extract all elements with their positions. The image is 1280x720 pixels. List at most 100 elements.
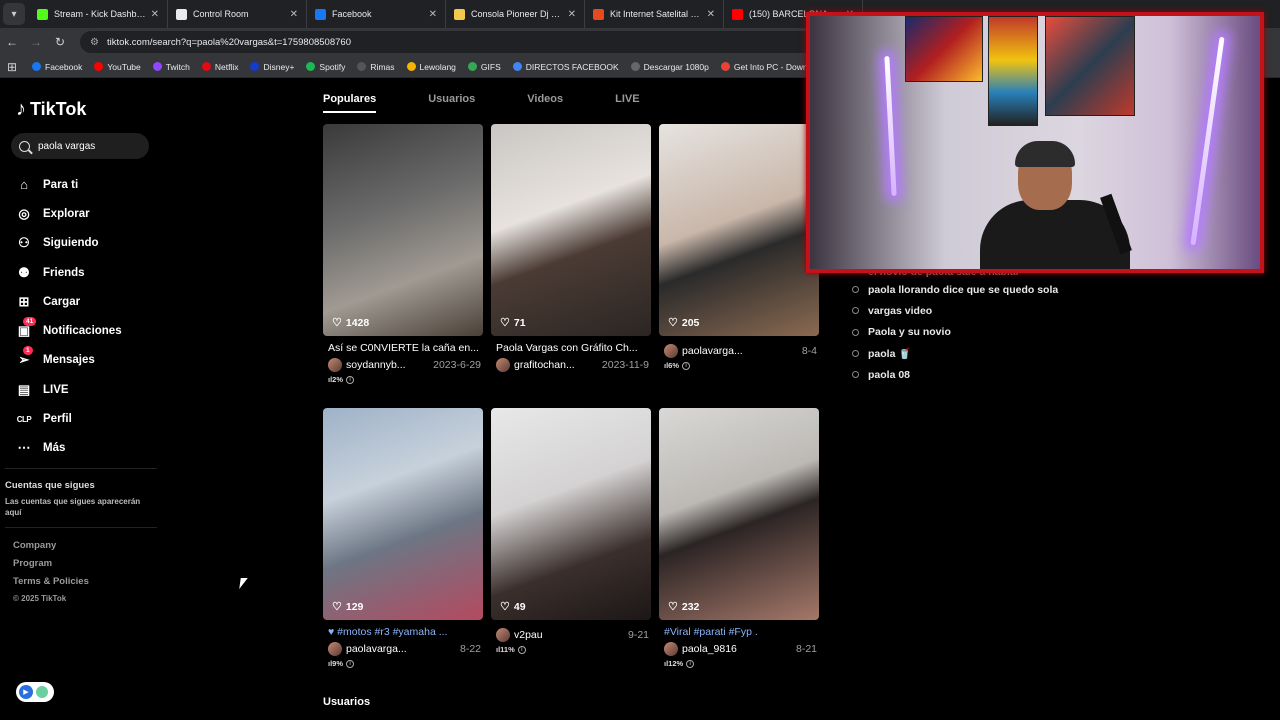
info-icon[interactable]: i xyxy=(682,361,691,370)
video-thumbnail[interactable]: ♡ 232 xyxy=(659,408,819,620)
author-link[interactable]: soydannyb... xyxy=(328,358,406,372)
footer-link-terms[interactable]: Terms & Policies xyxy=(13,576,89,594)
bookmark-item[interactable]: Spotify xyxy=(306,62,345,72)
bookmark-item[interactable]: YouTube xyxy=(94,62,141,72)
video-caption[interactable]: Así se C0NVIERTE la caña en... xyxy=(323,342,483,354)
info-icon[interactable]: i xyxy=(517,645,526,654)
engagement-percent: 11% xyxy=(500,645,515,654)
footer-link-program[interactable]: Program xyxy=(13,558,89,576)
bookmark-item[interactable]: Disney+ xyxy=(250,62,294,72)
video-card[interactable]: ♡ 49 v2pau 9-21 ıl 11% i xyxy=(491,408,651,654)
bookmark-item[interactable]: Lewolang xyxy=(406,62,456,72)
sidebar-item-live[interactable]: ▤ LIVE xyxy=(16,375,122,404)
video-caption[interactable]: Paola Vargas con Gráfito Ch... xyxy=(491,342,651,354)
video-card[interactable]: ♡ 71 Paola Vargas con Gráfito Ch... grafito… xyxy=(491,124,651,372)
sidebar-item-perfil[interactable]: CLP Perfil xyxy=(16,404,122,433)
video-card[interactable]: ♡ 205 paolavarga... 8-4 ıl 6% i xyxy=(659,124,819,370)
related-search-item[interactable]: vargas video xyxy=(852,300,1058,321)
reload-icon[interactable]: ↻ xyxy=(48,35,72,49)
video-thumbnail[interactable]: ♡ 1428 xyxy=(323,124,483,336)
tab-close-icon[interactable]: ✕ xyxy=(568,9,576,20)
post-date: 2023-6-29 xyxy=(433,359,481,371)
author-link[interactable]: v2pau xyxy=(496,628,543,642)
forward-icon[interactable]: → xyxy=(24,35,48,49)
info-icon[interactable]: i xyxy=(346,375,355,384)
author-name: v2pau xyxy=(514,629,543,641)
bookmark-favicon-icon xyxy=(630,62,640,71)
related-search-item[interactable]: paola llorando dice que se quedo sola xyxy=(852,279,1058,300)
video-card[interactable]: ♡ 129 ♥ #motos #r3 #yamaha ... paolavarga..… xyxy=(323,408,483,668)
sidebar-item-m-s[interactable]: ⋯ Más xyxy=(16,434,122,463)
tab-close-icon[interactable]: ✕ xyxy=(151,9,159,20)
video-card[interactable]: ♡ 1428 Así se C0NVIERTE la caña en... soyda… xyxy=(323,124,483,384)
tab-live[interactable]: LIVE xyxy=(615,93,639,113)
info-icon[interactable]: i xyxy=(346,659,355,668)
engagement-percent: 9% xyxy=(332,659,344,668)
bookmark-item[interactable]: Netflix xyxy=(201,62,238,72)
info-icon[interactable]: i xyxy=(686,659,695,668)
related-search-text: vargas video xyxy=(868,304,933,317)
engagement-percent: 12% xyxy=(668,659,684,668)
bookmark-label: DIRECTOS FACEBOOK xyxy=(525,61,619,72)
url-text: tiktok.com/search?q=paola%20vargas&t=175… xyxy=(106,36,351,48)
sidebar-item-label: Perfil xyxy=(43,413,72,426)
sidebar-nav: ⌂ Para ti ◎ Explorar ⚇ Siguiendo ⚉ Friends ⊞ Carg… xyxy=(16,170,122,463)
browser-tab[interactable]: Control Room ✕ xyxy=(168,0,307,28)
browser-tab[interactable]: Consola Pioneer Dj Grand ✕ xyxy=(446,0,585,28)
video-card[interactable]: ♡ 232 #Viral #parati #Fyp . paola_9816 8-21 ı… xyxy=(659,408,819,668)
sidebar-item-friends[interactable]: ⚉ Friends xyxy=(16,258,122,287)
avatar xyxy=(496,628,510,642)
notification-badge: 1 xyxy=(23,346,33,356)
bookmark-item[interactable]: Descargar 1080p xyxy=(630,62,709,72)
bookmark-item[interactable]: DIRECTOS FACEBOOK xyxy=(512,61,619,72)
related-search-item[interactable]: paola 🥤 xyxy=(852,343,1058,364)
video-thumbnail[interactable]: ♡ 49 xyxy=(491,408,651,620)
sidebar-item-mensajes[interactable]: ➢ 1 Mensajes xyxy=(16,346,122,375)
tab-close-icon[interactable]: ✕ xyxy=(707,9,715,20)
avatar xyxy=(664,344,678,358)
browser-tab[interactable]: Facebook ✕ xyxy=(307,0,446,28)
search-value: paola vargas xyxy=(38,140,96,152)
video-caption[interactable]: #Viral #parati #Fyp . xyxy=(659,626,819,638)
tab-usuarios[interactable]: Usuarios xyxy=(428,93,475,113)
tab-populares[interactable]: Populares xyxy=(323,93,377,113)
tab-search-menu-button[interactable]: ▾ xyxy=(3,3,25,25)
video-thumbnail[interactable]: ♡ 205 xyxy=(659,124,819,336)
video-thumbnail[interactable]: ♡ 71 xyxy=(491,124,651,336)
browser-tab[interactable]: Stream - Kick Dashboard ✕ xyxy=(29,0,168,28)
footer-link-company[interactable]: Company xyxy=(13,540,89,558)
heart-icon: ♡ xyxy=(332,601,342,613)
sidebar-item-cargar[interactable]: ⊞ Cargar xyxy=(16,287,122,316)
author-link[interactable]: paola_9816 xyxy=(664,642,737,656)
post-date: 9-21 xyxy=(627,629,649,641)
bookmark-item[interactable]: GIFS xyxy=(467,62,501,72)
sidebar-item-para-ti[interactable]: ⌂ Para ti xyxy=(16,170,122,199)
related-search-item[interactable]: Paola y su novio xyxy=(852,322,1058,343)
search-input[interactable]: paola vargas xyxy=(11,133,149,159)
bookmark-item[interactable]: Rimas xyxy=(357,62,395,72)
sidebar-item-explorar[interactable]: ◎ Explorar xyxy=(16,199,122,228)
apps-grid-icon[interactable]: ⊞ xyxy=(0,60,24,74)
author-link[interactable]: paolavarga... xyxy=(328,642,407,656)
bookmark-favicon-icon xyxy=(357,62,367,71)
video-thumbnail[interactable]: ♡ 129 xyxy=(323,408,483,620)
video-caption[interactable]: ♥ #motos #r3 #yamaha ... xyxy=(323,626,483,638)
bookmark-item[interactable]: Facebook xyxy=(32,62,82,72)
heart-icon: ♡ xyxy=(500,601,510,613)
author-link[interactable]: grafitochan... xyxy=(496,358,575,372)
bookmark-item[interactable]: Twitch xyxy=(152,62,190,72)
tiktok-logo[interactable]: ♪ TikTok xyxy=(16,98,86,121)
back-icon[interactable]: ← xyxy=(0,35,24,49)
logo-text: TikTok xyxy=(30,99,87,119)
sidebar-item-notificaciones[interactable]: ▣ 41 Notificaciones xyxy=(16,316,122,345)
author-link[interactable]: paolavarga... xyxy=(664,344,743,358)
sidebar-item-siguiendo[interactable]: ⚇ Siguiendo xyxy=(16,229,122,258)
browser-tab[interactable]: Kit Internet Satelital Starlin ✕ xyxy=(585,0,724,28)
bookmark-item[interactable]: Get Into PC - Downl... xyxy=(720,62,817,72)
extension-toggle[interactable]: ▶ xyxy=(16,682,54,702)
related-search-item[interactable]: paola 08 xyxy=(852,364,1058,385)
tab-close-icon[interactable]: ✕ xyxy=(429,9,437,20)
tab-close-icon[interactable]: ✕ xyxy=(290,9,298,20)
site-info-icon[interactable]: ⚙ xyxy=(90,37,99,48)
tab-videos[interactable]: Videos xyxy=(527,93,563,113)
